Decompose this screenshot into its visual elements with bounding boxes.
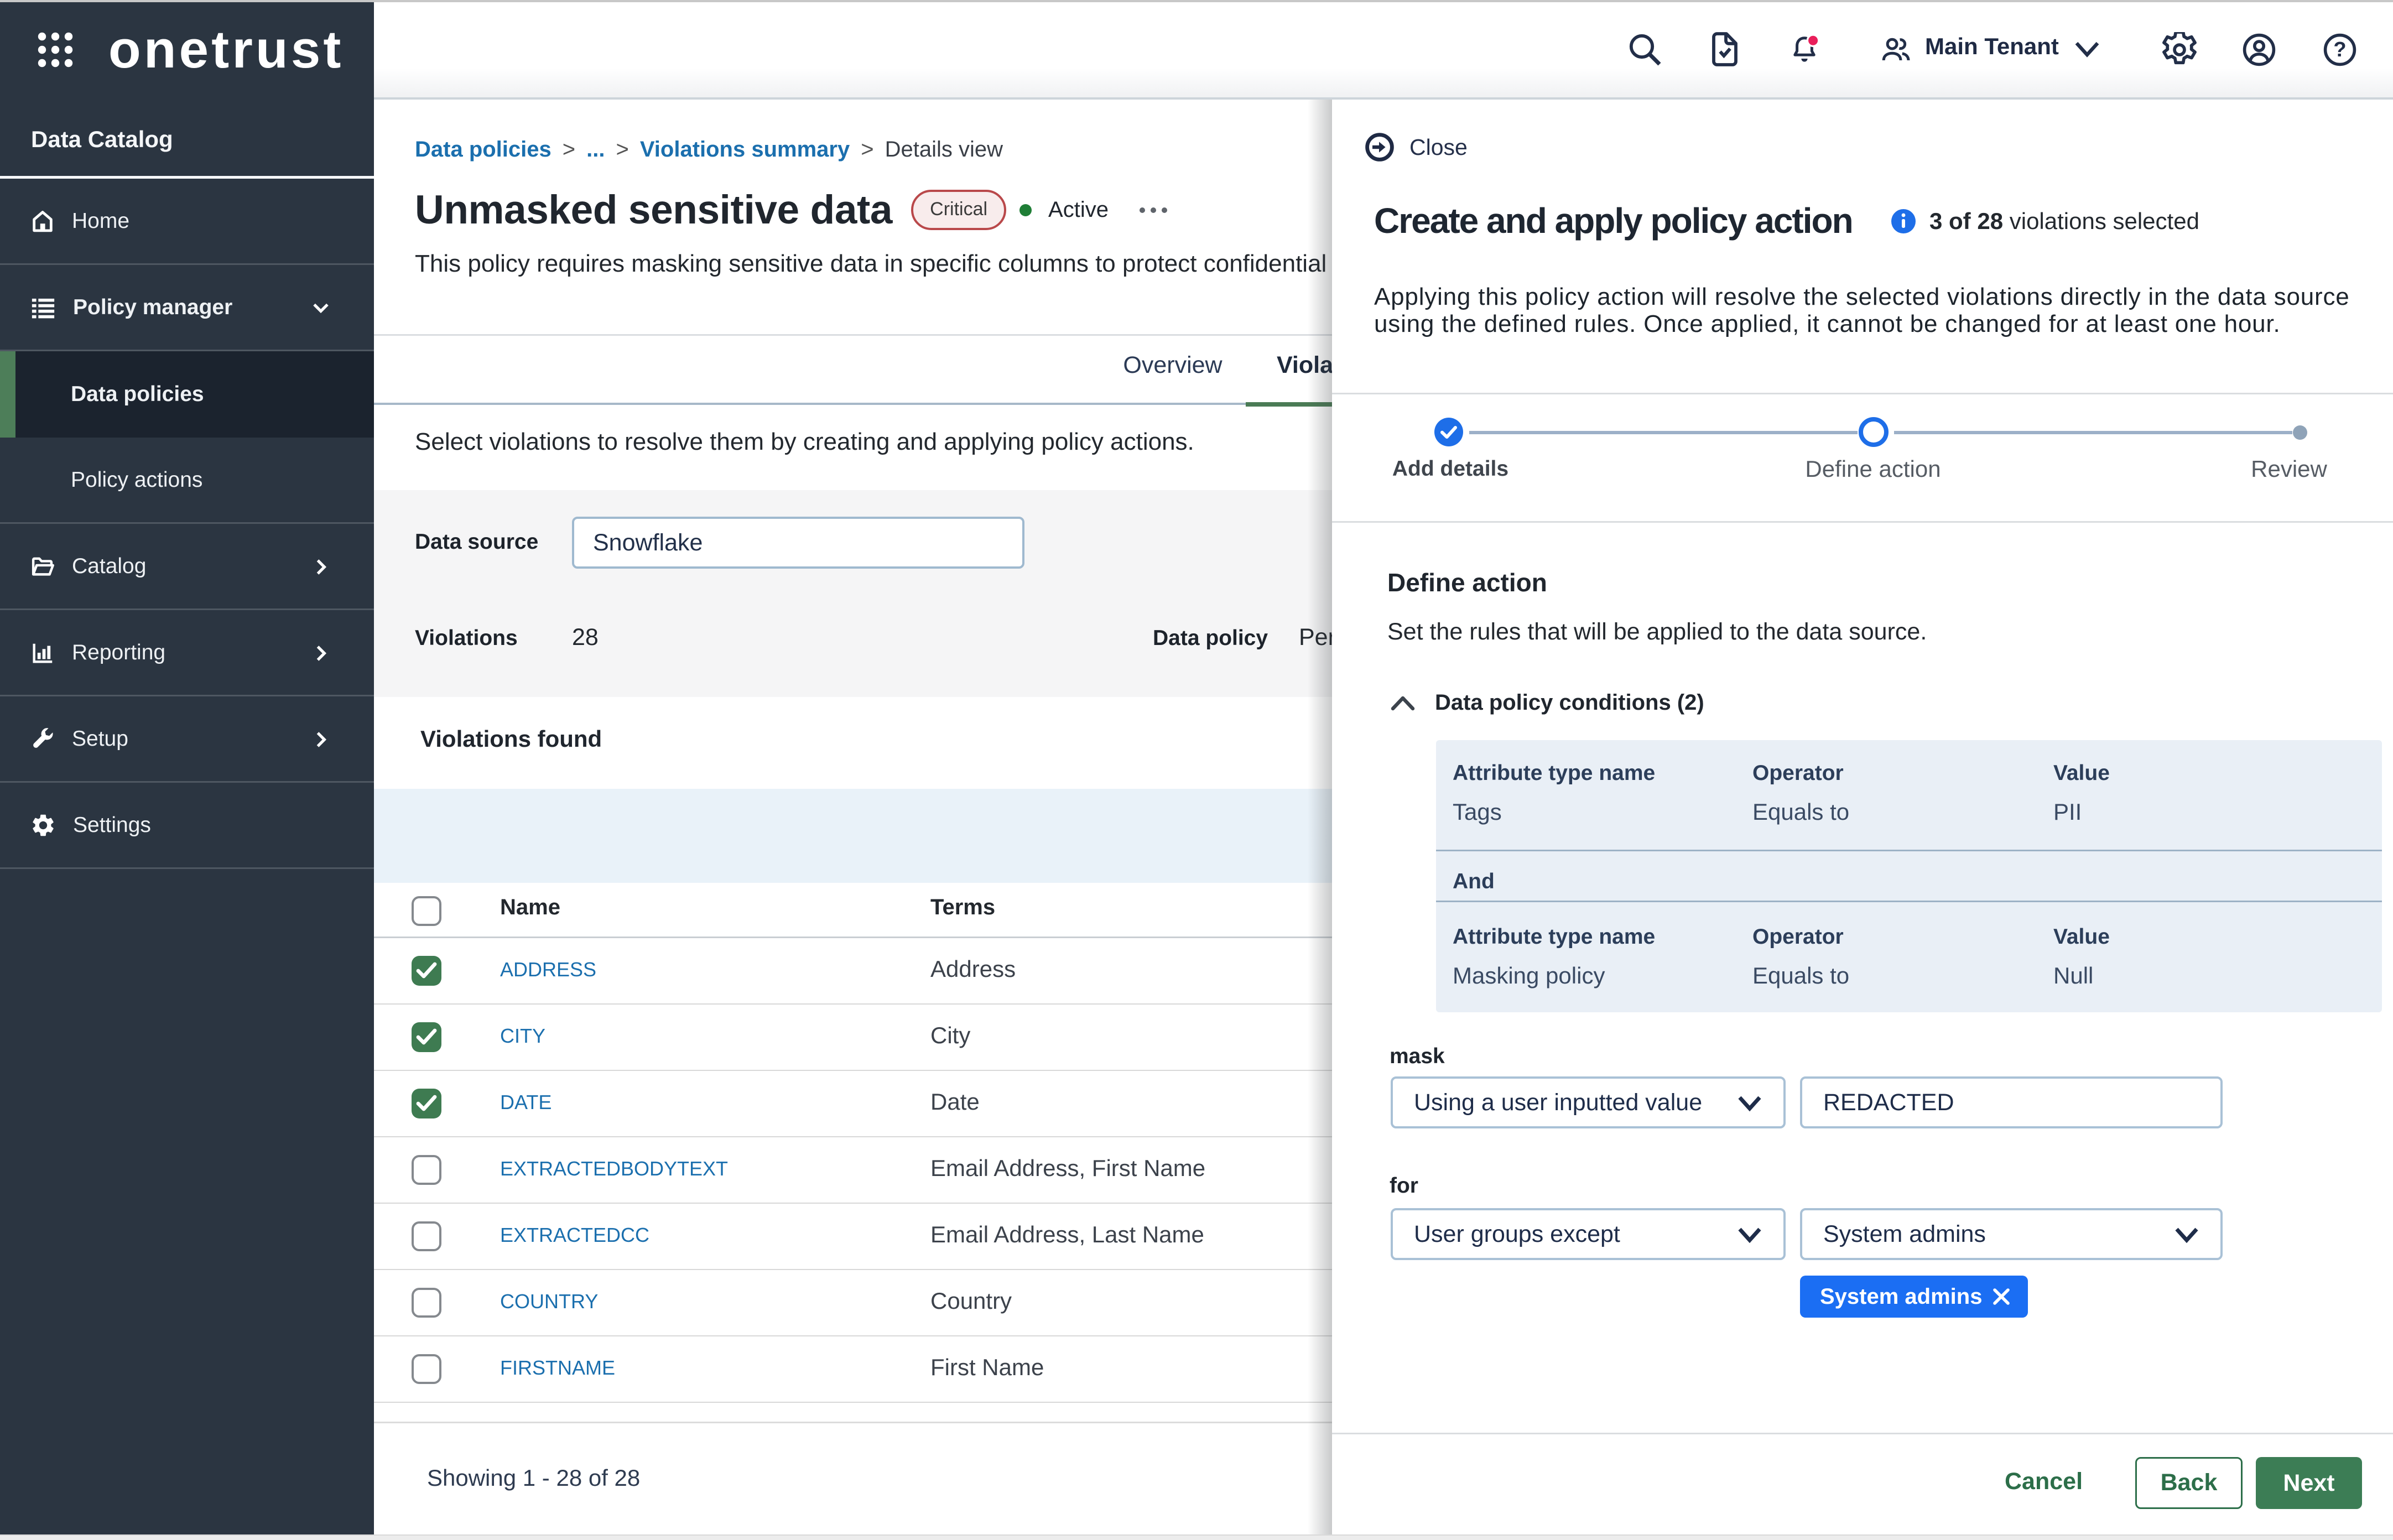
svg-text:?: ? bbox=[2333, 38, 2346, 61]
